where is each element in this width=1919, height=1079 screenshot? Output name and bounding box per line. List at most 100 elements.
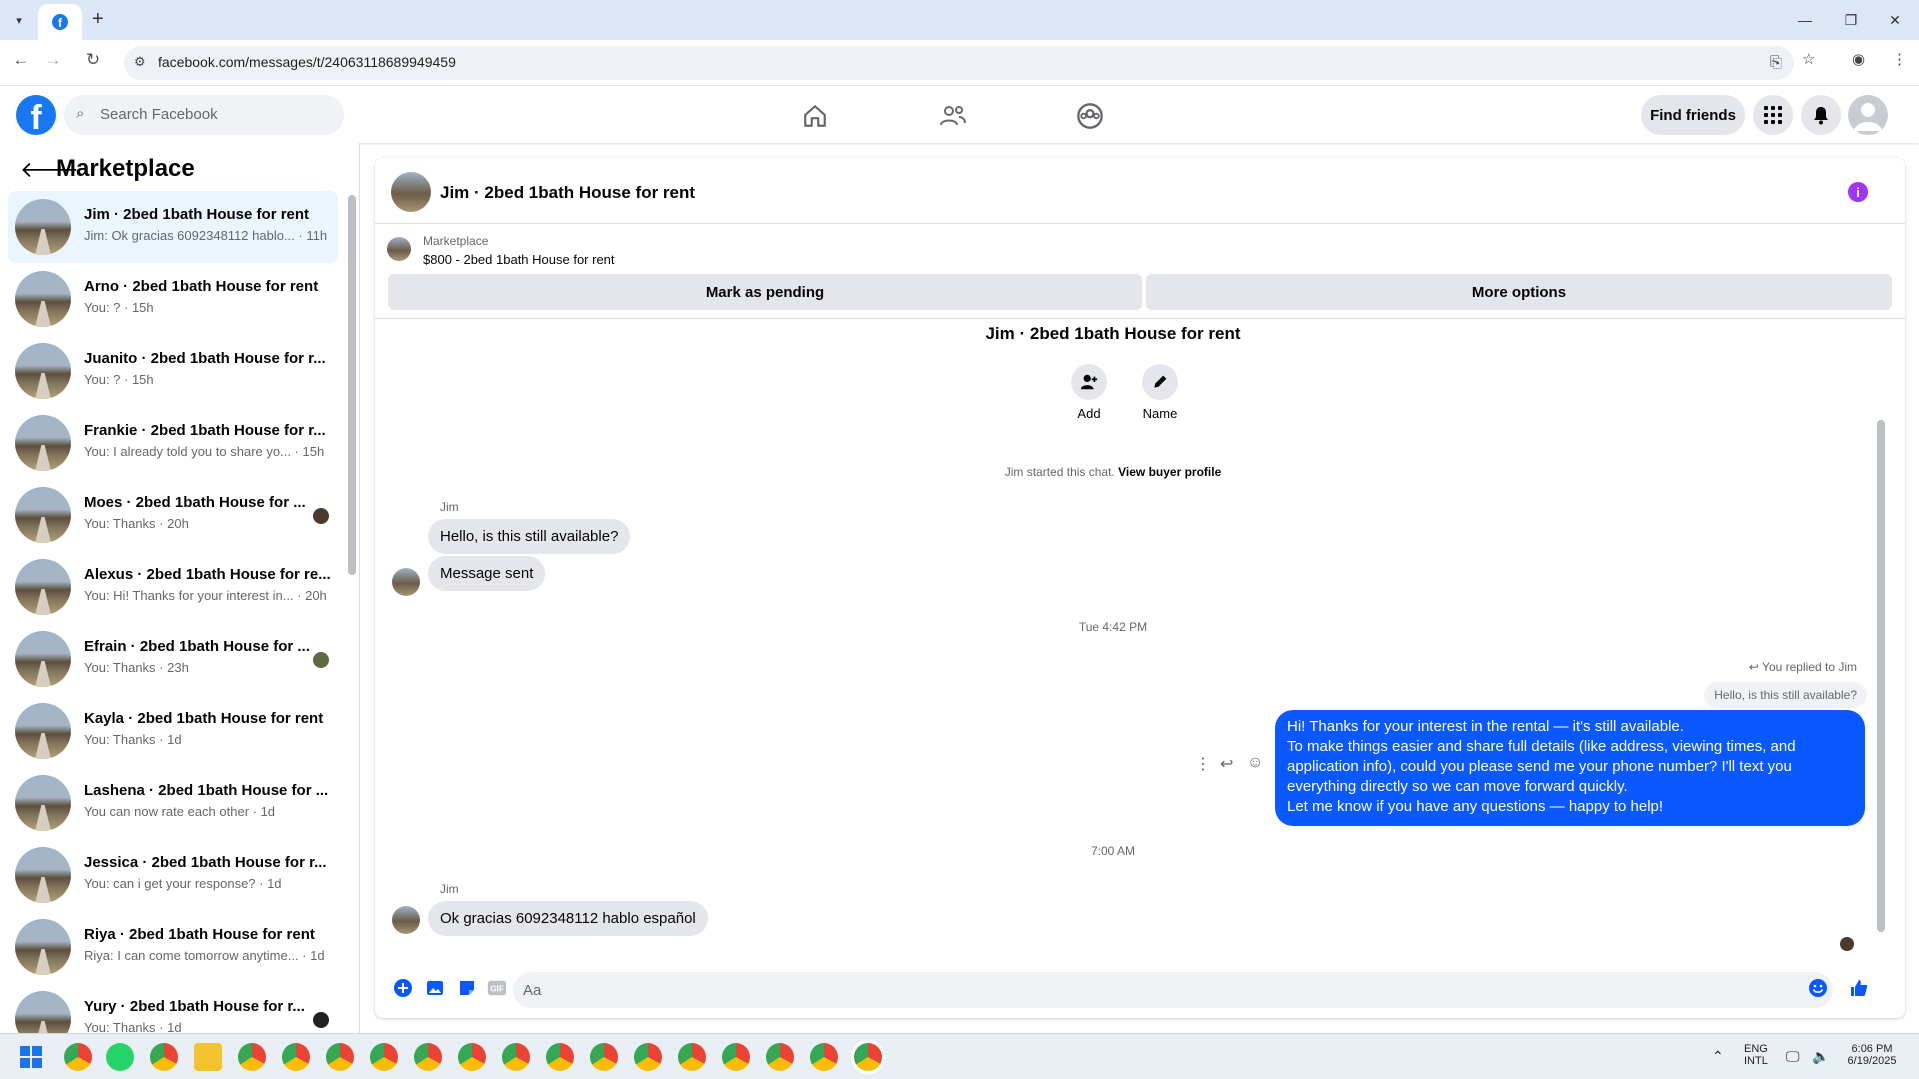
chrome-app-icon[interactable] bbox=[150, 1043, 178, 1071]
profile-icon[interactable]: ◉ bbox=[1852, 50, 1865, 68]
chat-header: Jim · 2bed 1bath House for rent i bbox=[375, 158, 1905, 224]
tray-chevron-icon[interactable]: ⌃ bbox=[1712, 1048, 1724, 1065]
listing-thumbnail bbox=[15, 487, 71, 543]
listing-thumbnail bbox=[15, 631, 71, 687]
bookmark-star-icon[interactable]: ☆ bbox=[1802, 50, 1815, 68]
find-friends-button[interactable]: Find friends bbox=[1641, 95, 1745, 135]
restore-icon[interactable]: ❐ bbox=[1828, 6, 1874, 34]
conversation-item[interactable]: Moes · 2bed 1bath House for ... You: Than… bbox=[8, 479, 338, 551]
plus-icon[interactable] bbox=[393, 978, 413, 998]
chrome-app-icon[interactable] bbox=[370, 1043, 398, 1071]
message-bubble[interactable]: Ok gracias 6092348112 hablo español bbox=[428, 901, 708, 936]
network-icon[interactable]: 🖵 bbox=[1786, 1048, 1800, 1065]
friends-icon[interactable] bbox=[938, 101, 968, 131]
new-tab-icon[interactable]: + bbox=[92, 8, 104, 31]
sticker-icon[interactable] bbox=[457, 978, 477, 998]
quoted-message[interactable]: Hello, is this still available? bbox=[1704, 682, 1867, 708]
conversation-info-icon[interactable]: i bbox=[1848, 182, 1868, 202]
chrome-app-icon[interactable] bbox=[502, 1043, 530, 1071]
conversation-item[interactable]: Jim · 2bed 1bath House for rent Jim: Ok g… bbox=[8, 191, 338, 263]
chrome-app-icon[interactable] bbox=[678, 1043, 706, 1071]
reload-icon[interactable]: ↻ bbox=[80, 50, 106, 70]
chrome-app-icon[interactable] bbox=[414, 1043, 442, 1071]
reply-indicator: ↩ You replied to Jim bbox=[1748, 660, 1857, 674]
message-bubble[interactable]: Hello, is this still available? bbox=[428, 519, 631, 554]
listing-thumbnail bbox=[15, 343, 71, 399]
install-app-icon[interactable]: ⎘ bbox=[1770, 54, 1782, 71]
marketplace-label: Marketplace bbox=[423, 234, 489, 248]
facebook-logo-icon[interactable]: f bbox=[16, 95, 56, 135]
conversation-item[interactable]: Lashena · 2bed 1bath House for ... You ca… bbox=[8, 767, 338, 839]
chat-started-notice: Jim started this chat. View buyer profil… bbox=[1004, 465, 1222, 479]
react-emoji-icon[interactable]: ☺ bbox=[1247, 754, 1263, 772]
browser-tab-facebook[interactable]: f bbox=[38, 4, 82, 40]
listing-thumbnail bbox=[15, 847, 71, 903]
menu-grid-icon[interactable] bbox=[1753, 95, 1793, 135]
chat-title[interactable]: Jim · 2bed 1bath House for rent bbox=[440, 183, 695, 203]
forward-icon[interactable]: → bbox=[40, 50, 66, 70]
listing-thumbnail bbox=[15, 559, 71, 615]
chat-avatar[interactable] bbox=[391, 172, 431, 212]
chrome-app-icon[interactable] bbox=[590, 1043, 618, 1071]
my-message-bubble[interactable]: Hi! Thanks for your interest in the rent… bbox=[1275, 710, 1865, 826]
message-more-icon[interactable]: ⋮ bbox=[1195, 754, 1211, 774]
chrome-app-icon[interactable] bbox=[546, 1043, 574, 1071]
gif-icon[interactable]: GIF bbox=[487, 978, 507, 998]
conversation-list: Jim · 2bed 1bath House for rent Jim: Ok g… bbox=[8, 191, 338, 1055]
file-explorer-icon[interactable] bbox=[194, 1043, 222, 1071]
chrome-app-icon[interactable] bbox=[634, 1043, 662, 1071]
account-avatar[interactable] bbox=[1848, 95, 1888, 135]
minimize-icon[interactable]: — bbox=[1782, 6, 1828, 34]
home-icon[interactable] bbox=[800, 101, 830, 131]
chrome-app-icon[interactable] bbox=[282, 1043, 310, 1071]
sidebar-scrollbar[interactable] bbox=[348, 195, 356, 575]
edit-name-button[interactable] bbox=[1142, 364, 1178, 400]
reply-icon[interactable]: ↩ bbox=[1220, 754, 1233, 774]
conversation-item[interactable]: Riya · 2bed 1bath House for rent Riya: I … bbox=[8, 911, 338, 983]
thumbs-up-icon[interactable] bbox=[1849, 978, 1869, 998]
windows-start-icon[interactable] bbox=[20, 1046, 42, 1068]
chat-scrollbar[interactable] bbox=[1877, 420, 1885, 932]
tab-search-dropdown-icon[interactable]: ▾ bbox=[8, 9, 30, 31]
url-bar[interactable]: ⚙ facebook.com/messages/t/24063118689949… bbox=[124, 46, 1794, 80]
chrome-app-icon[interactable] bbox=[64, 1043, 92, 1071]
add-person-button[interactable] bbox=[1071, 364, 1107, 400]
conversation-item[interactable]: Kayla · 2bed 1bath House for rent You: Th… bbox=[8, 695, 338, 767]
chrome-app-icon[interactable] bbox=[722, 1043, 750, 1071]
groups-icon[interactable] bbox=[1075, 101, 1105, 131]
volume-icon[interactable]: 🔈 bbox=[1812, 1048, 1829, 1065]
clock[interactable]: 6:06 PM 6/19/2025 bbox=[1842, 1043, 1902, 1067]
conversation-item[interactable]: Jessica · 2bed 1bath House for r... You: … bbox=[8, 839, 338, 911]
divider bbox=[375, 318, 1905, 319]
conversation-item[interactable]: Arno · 2bed 1bath House for rent You: ? ·… bbox=[8, 263, 338, 335]
notifications-bell-icon[interactable] bbox=[1801, 95, 1841, 135]
sender-avatar[interactable] bbox=[392, 568, 420, 596]
whatsapp-icon[interactable] bbox=[106, 1043, 134, 1071]
emoji-icon[interactable] bbox=[1808, 978, 1828, 998]
more-options-button[interactable]: More options bbox=[1146, 274, 1892, 310]
chrome-app-icon[interactable] bbox=[458, 1043, 486, 1071]
message-input[interactable]: Aa bbox=[513, 972, 1833, 1008]
chrome-app-icon[interactable] bbox=[766, 1043, 794, 1071]
view-buyer-profile-link[interactable]: View buyer profile bbox=[1118, 465, 1221, 479]
sender-avatar[interactable] bbox=[392, 906, 420, 934]
listing-title[interactable]: $800 - 2bed 1bath House for rent bbox=[423, 252, 615, 267]
message-bubble[interactable]: Message sent bbox=[428, 556, 546, 591]
mark-as-pending-button[interactable]: Mark as pending bbox=[388, 274, 1142, 310]
site-info-icon[interactable]: ⚙ bbox=[134, 54, 146, 70]
conversation-item[interactable]: Frankie · 2bed 1bath House for r... You: … bbox=[8, 407, 338, 479]
chrome-app-icon[interactable] bbox=[238, 1043, 266, 1071]
browser-menu-icon[interactable]: ⋮ bbox=[1892, 50, 1907, 68]
chrome-app-icon[interactable] bbox=[810, 1043, 838, 1071]
back-icon[interactable]: ← bbox=[8, 50, 34, 70]
conversation-item[interactable]: Alexus · 2bed 1bath House for re... You: … bbox=[8, 551, 338, 623]
chrome-app-icon[interactable] bbox=[326, 1043, 354, 1071]
photo-icon[interactable] bbox=[425, 978, 445, 998]
chrome-app-icon-active[interactable] bbox=[854, 1043, 882, 1071]
conversation-item[interactable]: Juanito · 2bed 1bath House for r... You: … bbox=[8, 335, 338, 407]
read-receipt-avatar bbox=[313, 508, 329, 524]
language-indicator[interactable]: ENG INTL bbox=[1744, 1043, 1768, 1067]
conversation-item[interactable]: Efrain · 2bed 1bath House for ... You: Th… bbox=[8, 623, 338, 695]
search-facebook-input[interactable]: ⌕ Search Facebook bbox=[64, 95, 344, 135]
close-window-icon[interactable]: ✕ bbox=[1872, 6, 1918, 34]
